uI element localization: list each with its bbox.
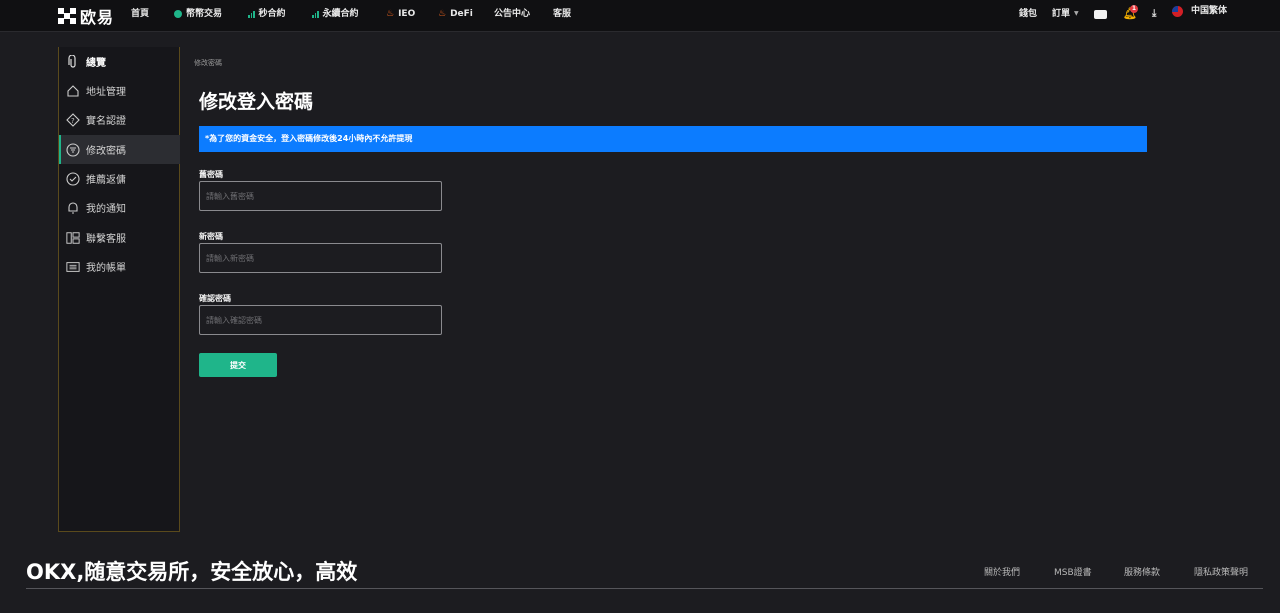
sidebar-item-label: 我的帳單 — [86, 263, 126, 274]
nav-orders-label: 訂單 — [1052, 9, 1071, 19]
home-icon — [66, 84, 80, 98]
chart-bars-icon — [312, 10, 319, 18]
download-button[interactable]: ⤓ — [1152, 0, 1156, 28]
svg-text:?: ? — [71, 117, 75, 125]
sidebar-item-bills[interactable]: 我的帳單 — [59, 252, 180, 281]
chart-bars-icon — [248, 10, 255, 18]
sidebar-item-label: 總覽 — [86, 58, 106, 69]
old-password-label: 舊密碼 — [199, 170, 223, 179]
logo[interactable]: 欧易 — [58, 6, 115, 27]
confirm-password-input[interactable] — [199, 305, 442, 335]
nav-home-label: 首頁 — [131, 9, 150, 19]
language-label: 中国繁体 — [1191, 6, 1228, 16]
question-diamond-icon: ? — [66, 112, 80, 127]
chevron-down-icon: ▼ — [1074, 10, 1079, 17]
sidebar: 總覽 地址管理 ? 實名認證 修改密碼 推薦返傭 我的通知 聯繫客服 我的帳單 — [58, 47, 180, 532]
sidebar-item-label: 地址管理 — [86, 87, 126, 98]
bell-icon — [66, 201, 80, 215]
logo-text: 欧易 — [80, 8, 115, 27]
okx-logo-icon — [58, 8, 76, 24]
sidebar-item-label: 實名認證 — [86, 116, 126, 127]
footer-link-about[interactable]: 關於我們 — [984, 565, 1020, 578]
message-button[interactable] — [1094, 9, 1107, 19]
nav-announcements-label: 公告中心 — [494, 9, 531, 19]
nav-support-label: 客服 — [553, 9, 572, 19]
language-selector[interactable]: 中国繁体 — [1172, 0, 1227, 25]
nav-second-contract[interactable]: 秒合約 — [248, 0, 286, 28]
sidebar-item-verification[interactable]: ? 實名認證 — [59, 105, 180, 134]
nav-spot-trade[interactable]: 幣幣交易 — [174, 0, 222, 28]
download-icon: ⤓ — [1152, 8, 1157, 19]
nav-wallet-label: 錢包 — [1019, 9, 1038, 19]
notification-button[interactable]: 🔔︎ 1 — [1123, 5, 1138, 21]
nav-ieo[interactable]: ♨ IEO — [386, 0, 415, 28]
sidebar-item-label: 我的通知 — [86, 204, 126, 215]
footer-link-terms[interactable]: 服務條款 — [1124, 565, 1160, 578]
sidebar-item-referral[interactable]: 推薦返傭 — [59, 164, 180, 193]
nav-orders[interactable]: 訂單 ▼ — [1052, 0, 1079, 28]
nav-support[interactable]: 客服 — [553, 0, 571, 28]
confirm-password-label: 確認密碼 — [199, 294, 231, 303]
warning-banner: *為了您的資金安全，登入密碼修改後24小時內不允許提現 — [199, 126, 1147, 152]
nav-perpetual[interactable]: 永續合約 — [312, 0, 359, 28]
nav-announcements[interactable]: 公告中心 — [494, 0, 530, 28]
sidebar-item-label: 聯繫客服 — [86, 234, 126, 245]
nav-defi[interactable]: ♨ DeFi — [438, 0, 473, 28]
footer-divider — [26, 588, 1263, 589]
nav-perpetual-label: 永續合約 — [322, 9, 359, 19]
layout-icon — [66, 231, 80, 245]
page-title: 修改登入密碼 — [199, 91, 314, 113]
nav-spot-trade-label: 幣幣交易 — [186, 9, 223, 19]
breadcrumb: 修改密碼 — [194, 59, 222, 67]
nav-second-contract-label: 秒合約 — [258, 9, 286, 19]
footer-link-privacy[interactable]: 隱私政策聲明 — [1194, 565, 1248, 578]
filter-icon — [66, 142, 80, 157]
list-icon — [66, 260, 80, 274]
top-nav: 欧易 首頁 幣幣交易 秒合約 永續合約 ♨ IEO ♨ DeFi 公告中心 客服 錢… — [0, 0, 1280, 32]
nav-wallet[interactable]: 錢包 — [1019, 0, 1037, 28]
flag-icon — [1172, 5, 1183, 17]
message-icon — [1094, 9, 1107, 19]
new-password-input[interactable] — [199, 243, 442, 273]
sidebar-item-label: 推薦返傭 — [86, 175, 126, 186]
sidebar-item-overview[interactable]: 總覽 — [59, 47, 180, 76]
bell-icon: 🔔︎ 1 — [1123, 5, 1138, 20]
footer-slogan: OKX,随意交易所，安全放心，高效 — [26, 560, 358, 584]
sidebar-item-notifications[interactable]: 我的通知 — [59, 193, 180, 222]
sidebar-item-label: 修改密碼 — [86, 146, 126, 157]
footer-link-msb[interactable]: MSB證書 — [1054, 565, 1092, 578]
sidebar-item-contact[interactable]: 聯繫客服 — [59, 223, 180, 252]
check-circle-icon — [66, 171, 80, 186]
sidebar-item-change-password[interactable]: 修改密碼 — [59, 135, 180, 164]
notification-badge: 1 — [1130, 5, 1138, 13]
nav-home[interactable]: 首頁 — [131, 0, 149, 28]
fire-icon: ♨ — [386, 9, 395, 19]
nav-defi-label: DeFi — [450, 9, 473, 19]
nav-ieo-label: IEO — [398, 9, 416, 19]
submit-button[interactable]: 提交 — [199, 353, 277, 377]
coin-icon — [174, 10, 182, 18]
sidebar-item-address[interactable]: 地址管理 — [59, 76, 180, 105]
fire-icon: ♨ — [438, 9, 447, 19]
paperclip-icon — [66, 54, 80, 69]
new-password-label: 新密碼 — [199, 232, 223, 241]
old-password-input[interactable] — [199, 181, 442, 211]
